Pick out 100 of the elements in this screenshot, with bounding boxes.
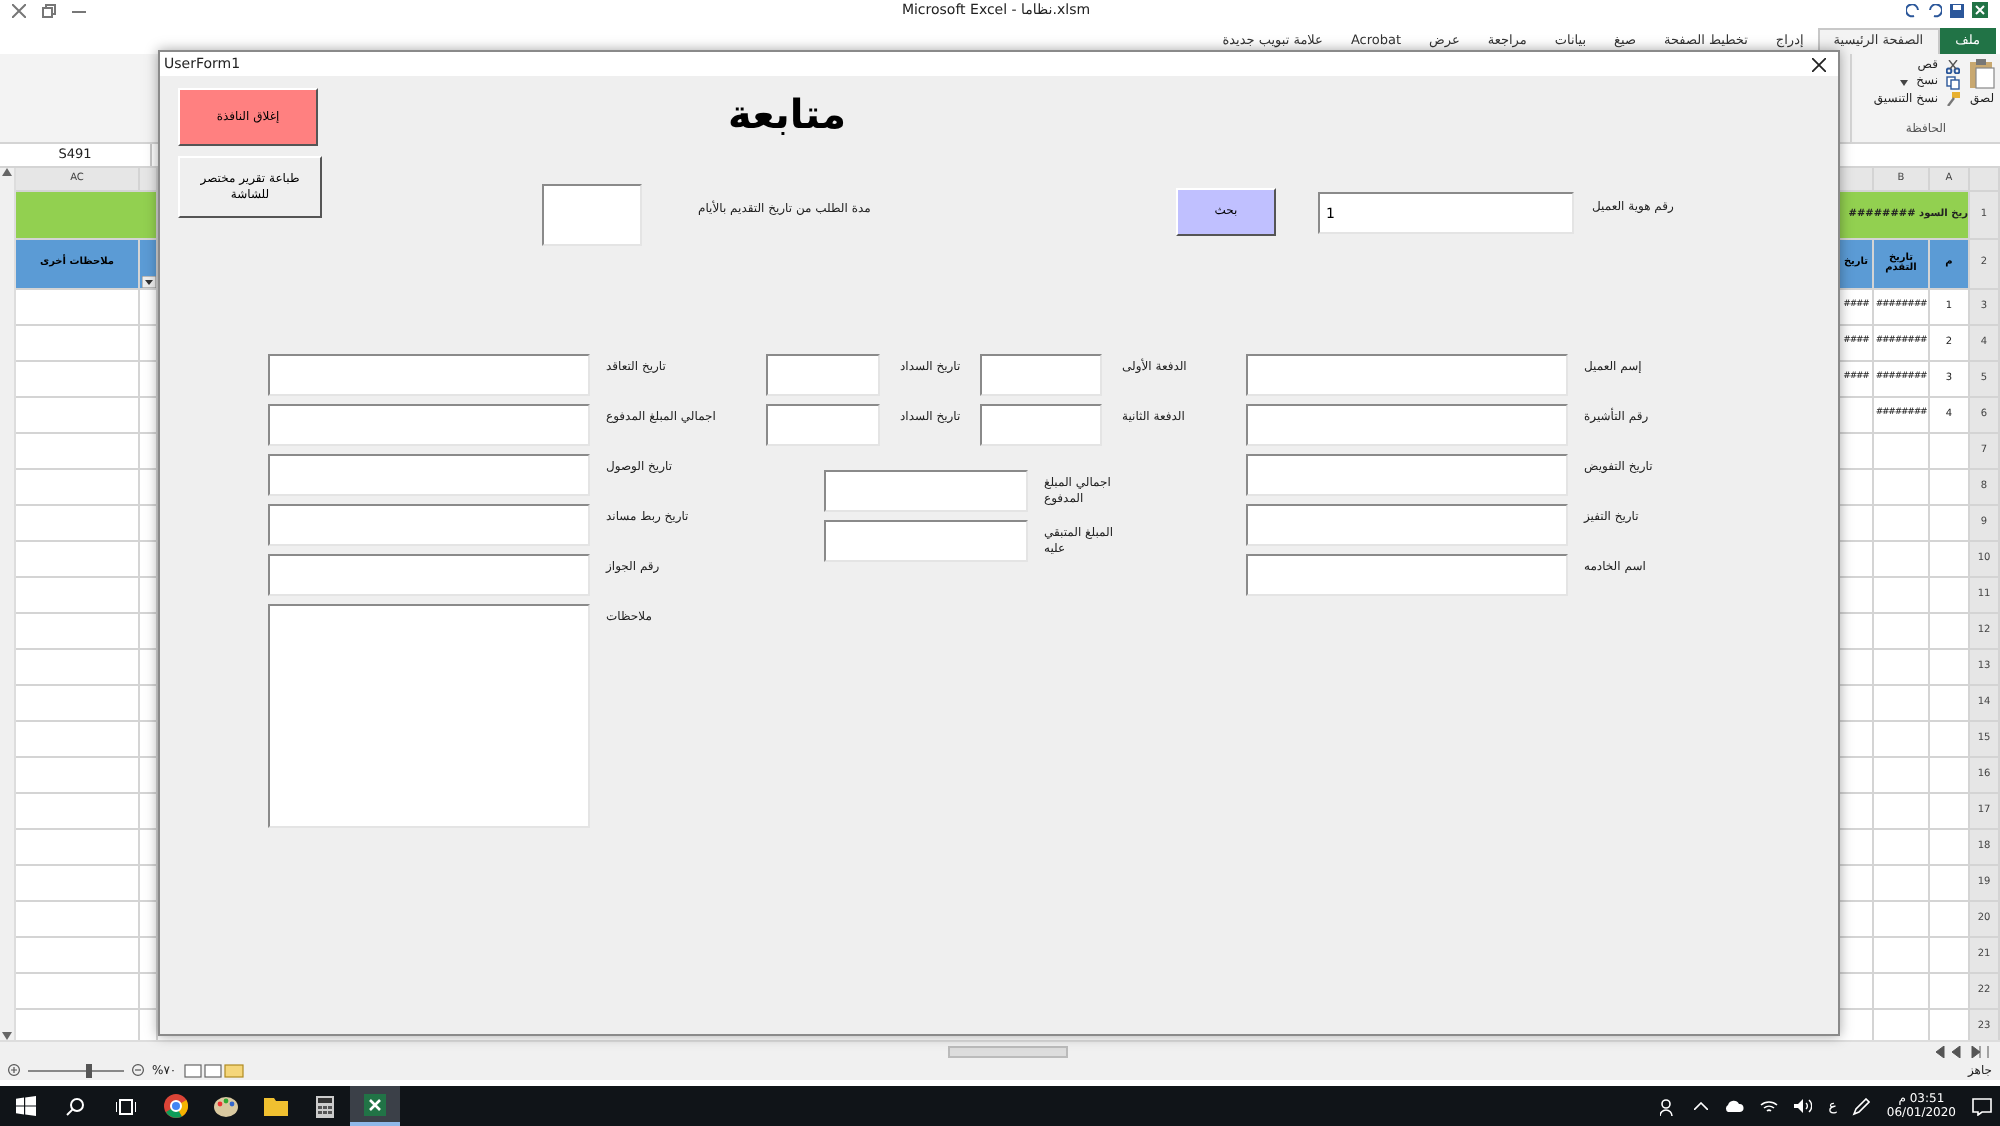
column-header[interactable]: [140, 168, 158, 192]
sheet-cell[interactable]: [16, 614, 140, 650]
sheet-cell[interactable]: [1874, 470, 1930, 506]
sheet-cell[interactable]: [1930, 938, 1970, 974]
zoom-out-icon[interactable]: [132, 1064, 144, 1076]
restore-icon[interactable]: [42, 3, 56, 17]
sheet-cell[interactable]: [16, 830, 140, 866]
sheet-cell[interactable]: [1874, 974, 1930, 1010]
sheet-cell[interactable]: [1874, 866, 1930, 902]
undo-icon[interactable]: [1927, 3, 1942, 17]
sheet-cell[interactable]: [1930, 974, 1970, 1010]
text-field[interactable]: [824, 470, 1028, 512]
sheet-cell[interactable]: [1930, 830, 1970, 866]
sheet-cell[interactable]: [16, 326, 140, 362]
sheet-cell[interactable]: [16, 506, 140, 542]
sheet-cell[interactable]: [16, 434, 140, 470]
sheet-cell[interactable]: [1874, 758, 1930, 794]
sheet-cell[interactable]: [16, 290, 140, 326]
sheet-cell[interactable]: [16, 758, 140, 794]
save-icon[interactable]: [1949, 3, 1964, 17]
text-field[interactable]: [1246, 504, 1568, 546]
text-field[interactable]: [980, 404, 1102, 446]
zoom-in-icon[interactable]: [8, 1064, 20, 1076]
chevron-up-icon[interactable]: [1694, 1102, 1709, 1110]
text-field[interactable]: [268, 504, 590, 546]
people-icon[interactable]: [1660, 1097, 1679, 1115]
column-header[interactable]: [1840, 168, 1874, 192]
sheet-cell[interactable]: [1930, 758, 1970, 794]
text-field[interactable]: [268, 554, 590, 596]
sheet-navigation-icon[interactable]: [1932, 1045, 1992, 1057]
text-field[interactable]: [542, 184, 642, 246]
copy-icon[interactable]: [1946, 76, 1960, 91]
text-field[interactable]: [268, 454, 590, 496]
text-field[interactable]: [1246, 454, 1568, 496]
text-field[interactable]: [1246, 404, 1568, 446]
sheet-cell[interactable]: [1874, 614, 1930, 650]
sheet-cell[interactable]: [1930, 614, 1970, 650]
select-all-corner[interactable]: [1970, 168, 2000, 192]
sheet-cell[interactable]: [1930, 542, 1970, 578]
up-arrow-icon[interactable]: [2, 168, 12, 176]
sheet-cell[interactable]: [1874, 902, 1930, 938]
sheet-cell[interactable]: [16, 938, 140, 974]
volume-icon[interactable]: [1794, 1098, 1813, 1114]
redo-icon[interactable]: [1905, 3, 1920, 17]
text-field[interactable]: [766, 404, 880, 446]
text-field[interactable]: [268, 404, 590, 446]
sheet-cell[interactable]: [16, 866, 140, 902]
sheet-cell[interactable]: [1930, 434, 1970, 470]
text-field[interactable]: [1246, 554, 1568, 596]
sheet-cell[interactable]: [1930, 470, 1970, 506]
sheet-cell[interactable]: [16, 686, 140, 722]
sheet-cell[interactable]: [16, 398, 140, 434]
sheet-cell[interactable]: [1874, 722, 1930, 758]
text-field[interactable]: [980, 354, 1102, 396]
sheet-cell[interactable]: [1930, 902, 1970, 938]
sheet-cell[interactable]: [1930, 578, 1970, 614]
sheet-cell[interactable]: [1874, 542, 1930, 578]
text-field[interactable]: [268, 354, 590, 396]
caret-icon[interactable]: [1900, 80, 1909, 87]
sheet-cell[interactable]: [1874, 506, 1930, 542]
notification-icon[interactable]: [1972, 1097, 1992, 1115]
sheet-cell[interactable]: [1930, 506, 1970, 542]
sheet-cell[interactable]: [1930, 686, 1970, 722]
text-field[interactable]: [766, 354, 880, 396]
sheet-cell[interactable]: [16, 470, 140, 506]
scissors-icon[interactable]: [1946, 59, 1960, 74]
cloud-icon[interactable]: [1724, 1100, 1745, 1112]
sheet-cell[interactable]: [1874, 434, 1930, 470]
spreadsheet-app-icon[interactable]: [350, 1086, 400, 1126]
sheet-cell[interactable]: [1930, 794, 1970, 830]
text-field[interactable]: [1246, 354, 1568, 396]
close-icon[interactable]: [1812, 57, 1826, 71]
pen-icon[interactable]: [1852, 1097, 1871, 1115]
sheet-cell[interactable]: [1874, 686, 1930, 722]
sheet-cell[interactable]: [1930, 722, 1970, 758]
vertical-scrollbar[interactable]: [0, 168, 16, 1040]
sheet-cell[interactable]: [1874, 794, 1930, 830]
sheet-cell[interactable]: [16, 578, 140, 614]
brush-icon[interactable]: [1946, 92, 1960, 107]
sheet-cell[interactable]: [16, 902, 140, 938]
sheet-cell[interactable]: [1874, 830, 1930, 866]
filter-dropdown-icon[interactable]: [141, 276, 155, 288]
sheet-cell[interactable]: [1930, 866, 1970, 902]
sheet-cell[interactable]: [16, 650, 140, 686]
sheet-cell[interactable]: [1930, 650, 1970, 686]
view-buttons-icon[interactable]: [184, 1063, 245, 1077]
sheet-cell[interactable]: [1874, 650, 1930, 686]
sheet-cell[interactable]: [16, 722, 140, 758]
paste-icon[interactable]: [1968, 58, 1996, 90]
horizontal-scrollbar[interactable]: [948, 1045, 1068, 1057]
down-arrow-icon[interactable]: [2, 1032, 12, 1040]
sheet-cell[interactable]: [16, 974, 140, 1010]
sheet-cell[interactable]: [16, 794, 140, 830]
sheet-cell[interactable]: [16, 362, 140, 398]
text-field[interactable]: [824, 520, 1028, 562]
sheet-cell[interactable]: [1874, 938, 1930, 974]
zoom-slider-thumb[interactable]: [85, 1063, 92, 1077]
wifi-icon[interactable]: [1760, 1099, 1779, 1113]
sheet-cell[interactable]: [16, 542, 140, 578]
sheet-cell[interactable]: [1874, 578, 1930, 614]
